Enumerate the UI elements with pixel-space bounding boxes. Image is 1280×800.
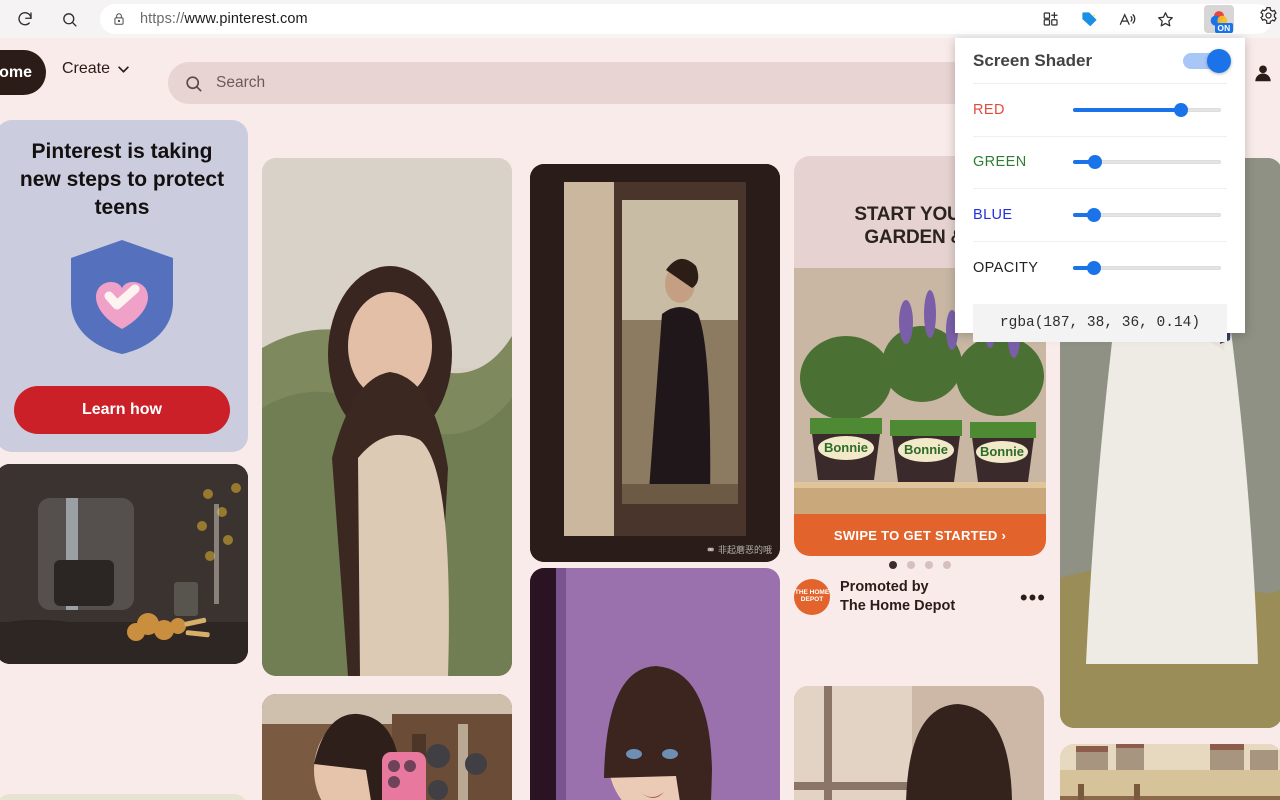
pin-gym-selfie[interactable]: [262, 694, 512, 800]
overflow-menu-icon[interactable]: •••: [1020, 586, 1046, 608]
slider-green[interactable]: [1073, 155, 1221, 170]
screen-shader-extension-icon[interactable]: ON: [1204, 5, 1234, 33]
teen-safety-title: Pinterest is taking new steps to protect…: [19, 140, 225, 219]
url-host: www.pinterest.com: [184, 11, 308, 27]
slider-fill: [1073, 107, 1182, 112]
promoted-by-label: Promoted by: [840, 579, 929, 595]
svg-text:Bonnie: Bonnie: [824, 440, 868, 455]
search-placeholder: Search: [216, 74, 266, 91]
slider-label-opacity: OPACITY: [973, 259, 1039, 276]
avatar-icon[interactable]: [1252, 62, 1274, 84]
ad-swipe-banner[interactable]: SWIPE TO GET STARTED ›: [794, 514, 1046, 556]
home-button-label: ome: [0, 63, 32, 81]
slider-thumb[interactable]: [1086, 260, 1101, 275]
slider-label-blue: BLUE: [973, 206, 1013, 223]
svg-text:Bonnie: Bonnie: [904, 442, 948, 457]
split-screen-icon[interactable]: [1032, 4, 1070, 34]
star-icon[interactable]: [1146, 4, 1184, 34]
slider-thumb[interactable]: [1086, 207, 1101, 222]
create-button-label: Create: [62, 60, 111, 77]
carousel-dot[interactable]: [925, 561, 933, 569]
learn-how-button[interactable]: Learn how: [14, 386, 230, 434]
pin-purple-portrait[interactable]: [530, 568, 780, 800]
pin-watermark: 非起蘑恶的哦: [706, 543, 772, 556]
slider-label-red: RED: [973, 101, 1005, 118]
pin-dental-video[interactable]: 0:08 GET DENTAL, VISION, & COSMETIC CARE: [0, 794, 248, 800]
advertiser-name: The Home Depot: [840, 598, 956, 615]
read-aloud-icon[interactable]: [1108, 4, 1146, 34]
rgba-value-display: rgba(187, 38, 36, 0.14): [973, 304, 1227, 342]
slider-thumb[interactable]: [1174, 102, 1189, 117]
carousel-dot[interactable]: [943, 561, 951, 569]
screen-shader-popup[interactable]: Screen Shader RED GREEN BLUE OPACITY rgb…: [955, 38, 1245, 342]
slider-row-blue: BLUE: [973, 189, 1227, 242]
extension-on-badge: ON: [1214, 22, 1233, 33]
ad-carousel-dots[interactable]: [794, 561, 1046, 569]
ad-promoted-text: Promoted by The Home Depot: [840, 578, 955, 616]
reload-icon[interactable]: [8, 4, 42, 34]
pin-air-fryer[interactable]: [0, 464, 248, 664]
chevron-down-icon: [118, 65, 129, 73]
shopping-tag-icon[interactable]: [1070, 4, 1108, 34]
address-bar-actions: [1032, 4, 1188, 34]
url-text: https://www.pinterest.com: [140, 11, 308, 27]
carousel-dot[interactable]: [889, 561, 897, 569]
toggle-knob: [1207, 48, 1231, 73]
slider-red[interactable]: [1073, 102, 1221, 117]
slider-opacity[interactable]: [1073, 260, 1221, 275]
slider-label-green: GREEN: [973, 154, 1027, 171]
svg-text:Bonnie: Bonnie: [980, 444, 1024, 459]
ad-promoted-row: THE HOME DEPOT Promoted by The Home Depo…: [794, 578, 1046, 616]
slider-thumb[interactable]: [1088, 155, 1103, 170]
search-icon[interactable]: [52, 4, 86, 34]
url-scheme: https://: [140, 11, 185, 27]
slider-row-red: RED: [973, 84, 1227, 137]
pin-portrait-hills[interactable]: [262, 158, 512, 676]
home-button[interactable]: ome: [0, 50, 46, 95]
create-button[interactable]: Create: [62, 60, 129, 78]
browser-toolbar: https://www.pinterest.com ON: [0, 0, 1280, 38]
search-icon: [186, 75, 202, 91]
settings-icon[interactable]: [1259, 6, 1278, 30]
slider-row-green: GREEN: [973, 137, 1227, 189]
pin-teen-safety[interactable]: Pinterest is taking new steps to protect…: [0, 120, 248, 452]
screen-shader-title: Screen Shader: [973, 50, 1093, 70]
shield-heart-check-icon: [63, 236, 181, 363]
home-depot-avatar[interactable]: THE HOME DEPOT: [794, 579, 830, 616]
pin-river-town[interactable]: [1060, 744, 1280, 800]
screen-shader-header: Screen Shader: [973, 38, 1231, 84]
carousel-dot[interactable]: [907, 561, 915, 569]
pin-doorway-dress[interactable]: 非起蘑恶的哦: [530, 164, 780, 562]
slider-row-opacity: OPACITY: [973, 242, 1227, 295]
pin-window-portrait[interactable]: [794, 686, 1044, 800]
screen-shader-toggle[interactable]: [1183, 48, 1231, 73]
lock-icon: [112, 11, 126, 27]
slider-blue[interactable]: [1073, 207, 1221, 222]
